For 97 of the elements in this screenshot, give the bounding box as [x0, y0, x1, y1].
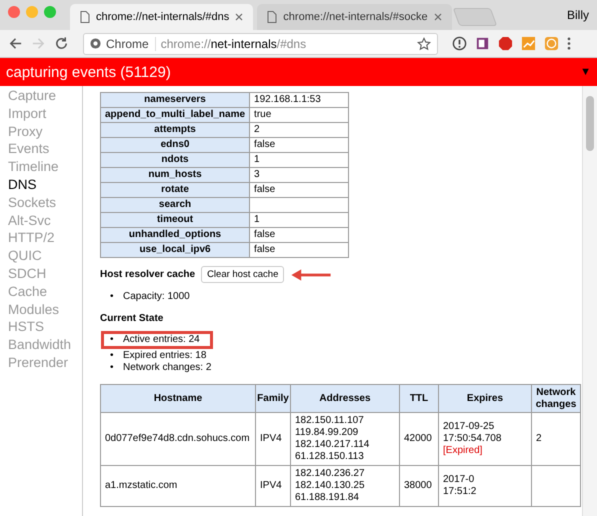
table-header-cell: ndots	[100, 152, 250, 168]
page-icon	[80, 11, 90, 23]
address-text: 182.140.217.114	[295, 439, 370, 451]
stop-sign-icon[interactable]	[498, 36, 513, 51]
back-icon[interactable]	[8, 36, 23, 51]
sidebar-item[interactable]: QUIC	[0, 247, 82, 265]
address-bar[interactable]: Chrome chrome://net-internals/#dns	[83, 32, 438, 54]
menu-icon[interactable]	[567, 36, 571, 51]
table-header-cell: nameservers	[100, 92, 250, 108]
sidebar-item[interactable]: Prerender	[0, 354, 82, 372]
column-header: Hostname	[100, 384, 256, 412]
sidebar-item[interactable]: Capture	[0, 87, 82, 105]
sidebar-item[interactable]: Alt-Svc	[0, 212, 82, 230]
table-header-cell: timeout	[100, 212, 250, 228]
column-header: Family	[256, 384, 290, 412]
table-cell: 192.168.1.1:53	[254, 94, 321, 105]
column-header: TTL	[400, 384, 438, 412]
table-cell: false	[254, 229, 276, 240]
list-item: Expired entries: 18	[123, 350, 206, 362]
sidebar-item[interactable]: SDCH	[0, 264, 82, 283]
table-cell: 1	[254, 154, 260, 165]
table-cell: IPV4	[256, 466, 290, 506]
chart-icon[interactable]	[521, 36, 536, 51]
table-cell: 38000	[400, 466, 438, 506]
address-text: 182.140.130.25	[295, 480, 366, 492]
sidebar-item[interactable]: Sockets	[0, 194, 82, 212]
address-text: 61.128.150.113	[295, 451, 365, 463]
page-icon	[267, 11, 278, 23]
column-header: Expires	[438, 384, 532, 412]
close-icon[interactable]	[434, 13, 442, 21]
reload-icon[interactable]	[54, 36, 69, 51]
tab-title: chrome://net-internals/#socke	[283, 11, 428, 23]
url-text: chrome://net-internals/#dns	[160, 36, 308, 50]
list-item: Capacity: 1000	[123, 291, 190, 303]
expires-text: 17:50:54.708	[443, 433, 502, 445]
table-cell: IPV4	[256, 412, 290, 466]
sidebar-item[interactable]: HTTP/2	[0, 229, 82, 248]
banner-text: capturing events (51129)	[6, 64, 171, 80]
caret-icon[interactable]: ▼	[580, 66, 591, 78]
sidebar-item[interactable]: DNS	[0, 176, 82, 194]
table-cell: 0d077ef9e74d8.cdn.sohucs.com	[100, 412, 256, 466]
clear-cache-button[interactable]: Clear host cache	[201, 266, 284, 283]
list-item: Active entries: 24	[123, 334, 200, 346]
star-icon[interactable]	[417, 36, 431, 50]
sidebar-item[interactable]: HSTS	[0, 318, 82, 336]
column-header: Addresses	[290, 384, 400, 412]
expires-text: 2017-0	[443, 474, 476, 486]
browser-tab[interactable]: chrome://net-internals/#dns	[70, 4, 254, 30]
list-item: Network changes: 2	[123, 362, 212, 374]
table-cell: 2	[536, 433, 542, 444]
browser-tab[interactable]: chrome://net-internals/#socke	[257, 4, 452, 30]
table-header-cell: use_local_ipv6	[100, 242, 250, 258]
close-icon[interactable]	[8, 6, 20, 18]
sidebar-item[interactable]: Import	[0, 104, 82, 123]
address-text: 119.84.99.209	[295, 427, 360, 439]
table-header-cell: rotate	[100, 182, 250, 198]
sidebar-item[interactable]: Cache	[0, 282, 82, 301]
scrollbar[interactable]	[582, 86, 597, 516]
section-heading: Host resolver cache	[100, 269, 196, 280]
bullet: •	[110, 334, 115, 346]
table-header-cell: append_to_multi_label_name	[100, 108, 250, 122]
column-header: Network changes	[532, 384, 580, 412]
table-header-cell: num_hosts	[100, 168, 250, 182]
expires-text: 17:51:2	[443, 486, 478, 498]
table-cell: a1.mzstatic.com	[100, 466, 256, 506]
info-icon[interactable]	[452, 36, 467, 51]
table-cell: false	[254, 139, 276, 150]
expired-label: [Expired]	[443, 445, 484, 457]
section-heading: Current State	[100, 313, 164, 324]
bullet: •	[110, 350, 115, 362]
table-header-cell: attempts	[100, 122, 250, 138]
address-text: 182.140.236.27	[295, 468, 366, 480]
table-cell: 42000	[400, 412, 438, 466]
bullet: •	[110, 362, 115, 374]
table-cell: true	[254, 109, 272, 120]
extension-icon[interactable]	[475, 36, 490, 51]
table-header-cell: search	[100, 198, 250, 212]
sidebar-item[interactable]: Proxy	[0, 122, 82, 140]
sidebar-item[interactable]: Bandwidth	[0, 336, 82, 354]
close-icon[interactable]	[235, 13, 244, 21]
sidebar-item[interactable]: Events	[0, 140, 82, 158]
table-header-cell: edns0	[100, 138, 250, 152]
address-text: 182.150.11.107	[295, 415, 365, 427]
bullet: •	[110, 291, 115, 303]
site-label: Chrome	[106, 36, 156, 50]
address-text: 61.188.191.84	[295, 492, 360, 504]
sidebar-item[interactable]: Timeline	[0, 158, 82, 176]
user-name[interactable]: Billy	[566, 8, 589, 22]
expires-text: 2017-09-25	[443, 421, 496, 433]
table-cell: 2	[254, 124, 260, 135]
table-cell: 3	[254, 169, 260, 180]
table-cell: false	[254, 184, 276, 195]
sidebar-item[interactable]: Modules	[0, 300, 82, 318]
tab-title: chrome://net-internals/#dns	[96, 11, 230, 23]
table-cell: 1	[254, 214, 260, 225]
table-cell: false	[254, 244, 276, 255]
table-header-cell: unhandled_options	[100, 228, 250, 242]
